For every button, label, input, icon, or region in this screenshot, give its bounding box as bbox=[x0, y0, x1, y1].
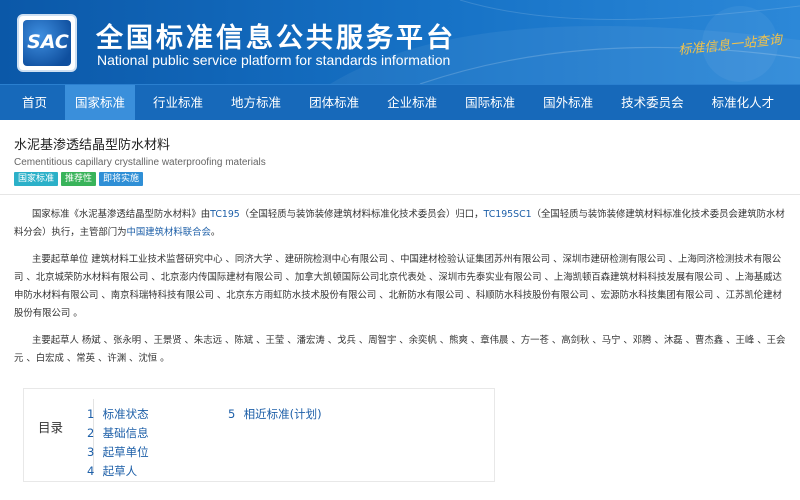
toc-item-status[interactable]: 1 标准状态 bbox=[87, 405, 149, 424]
nav-item-group-standards[interactable]: 团体标准 bbox=[299, 85, 369, 120]
site-title-cn: 全国标准信息公共服务平台 bbox=[96, 23, 456, 54]
drafting-units-paragraph: 主要起草单位 建筑材料工业技术监督研究中心 、同济大学 、建研院检测中心有限公司… bbox=[14, 251, 786, 323]
toc-column-2: 5 相近标准(计划) bbox=[228, 405, 322, 424]
tag-upcoming: 即将实施 bbox=[99, 172, 144, 186]
drafters-text: 主要起草人 杨斌 、张永明 、王景贤 、朱志远 、陈斌 、王莹 、潘宏涛 、戈兵… bbox=[14, 335, 786, 364]
intro-paragraph: 国家标准《水泥基渗透结晶型防水材料》由TC195（全国轻质与装饰装修建筑材料标准… bbox=[14, 206, 786, 242]
nav-item-technical-committees[interactable]: 技术委员会 bbox=[611, 85, 694, 120]
drafters-paragraph: 主要起草人 杨斌 、张永明 、王景贤 、朱志远 、陈斌 、王莹 、潘宏涛 、戈兵… bbox=[14, 332, 786, 368]
sac-logo[interactable]: SAC bbox=[17, 14, 77, 72]
toc-item-number: 1 bbox=[87, 407, 95, 421]
nav-item-international-standards[interactable]: 国际标准 bbox=[455, 85, 525, 120]
table-of-contents: 目录 1 标准状态 2 基础信息 3 起草单位 4 起草人 5 相近标准(计划) bbox=[23, 388, 495, 482]
nav-item-local-standards[interactable]: 地方标准 bbox=[221, 85, 291, 120]
toc-column-1: 1 标准状态 2 基础信息 3 起草单位 4 起草人 bbox=[87, 405, 149, 481]
toc-item-similar-standards[interactable]: 5 相近标准(计划) bbox=[228, 405, 322, 424]
department-link[interactable]: 中国建筑材料联合会 bbox=[127, 227, 211, 238]
toc-item-label: 起草单位 bbox=[102, 445, 149, 459]
tc195-link[interactable]: TC195 bbox=[210, 209, 240, 220]
nav-item-national-standards[interactable]: 国家标准 bbox=[65, 85, 136, 120]
nav-item-standardization-talent[interactable]: 标准化人才 bbox=[702, 85, 785, 120]
standard-header: 水泥基渗透结晶型防水材料 Cementitious capillary crys… bbox=[0, 120, 800, 186]
nav-item-foreign-standards[interactable]: 国外标准 bbox=[533, 85, 603, 120]
tag-national-standard: 国家标准 bbox=[14, 172, 59, 186]
nav-item-industry-standards[interactable]: 行业标准 bbox=[143, 85, 213, 120]
toc-item-number: 3 bbox=[87, 445, 95, 459]
toc-item-label: 基础信息 bbox=[102, 426, 149, 440]
toc-item-drafting-units[interactable]: 3 起草单位 bbox=[87, 443, 149, 462]
section-divider bbox=[0, 194, 800, 195]
standard-title-en: Cementitious capillary crystalline water… bbox=[14, 157, 266, 168]
nav-item-home[interactable]: 首页 bbox=[12, 85, 57, 120]
toc-label: 目录 bbox=[38, 420, 64, 435]
intro-text-4: 。 bbox=[210, 227, 221, 238]
toc-item-basic-info[interactable]: 2 基础信息 bbox=[87, 424, 149, 443]
toc-item-number: 2 bbox=[87, 426, 95, 440]
toc-item-number: 4 bbox=[87, 464, 95, 478]
toc-item-label: 相近标准(计划) bbox=[243, 407, 322, 421]
drafting-units-text: 主要起草单位 建筑材料工业技术监督研究中心 、同济大学 、建研院检测中心有限公司… bbox=[14, 254, 782, 319]
logo-text: SAC bbox=[27, 31, 69, 53]
toc-item-label: 起草人 bbox=[102, 464, 138, 478]
toc-item-drafters[interactable]: 4 起草人 bbox=[87, 462, 149, 481]
toc-item-number: 5 bbox=[228, 407, 236, 421]
intro-text-1: 国家标准《水泥基渗透结晶型防水材料》由 bbox=[32, 209, 211, 220]
site-title-en: National public service platform for sta… bbox=[97, 52, 451, 68]
standard-tags: 国家标准 推荐性 即将实施 bbox=[14, 172, 800, 186]
nav-item-enterprise-standards[interactable]: 企业标准 bbox=[377, 85, 447, 120]
toc-item-label: 标准状态 bbox=[102, 407, 149, 421]
intro-text-2: （全国轻质与装饰装修建筑材料标准化技术委员会）归口， bbox=[239, 209, 484, 220]
tc195sc1-link[interactable]: TC195SC1 bbox=[484, 209, 532, 220]
main-nav: 首页 国家标准 行业标准 地方标准 团体标准 企业标准 国际标准 国外标准 技术… bbox=[0, 84, 800, 120]
site-header: SAC 全国标准信息公共服务平台 National public service… bbox=[0, 0, 800, 84]
standard-title: 水泥基渗透结晶型防水材料 bbox=[14, 138, 171, 153]
tag-recommended: 推荐性 bbox=[61, 172, 97, 186]
